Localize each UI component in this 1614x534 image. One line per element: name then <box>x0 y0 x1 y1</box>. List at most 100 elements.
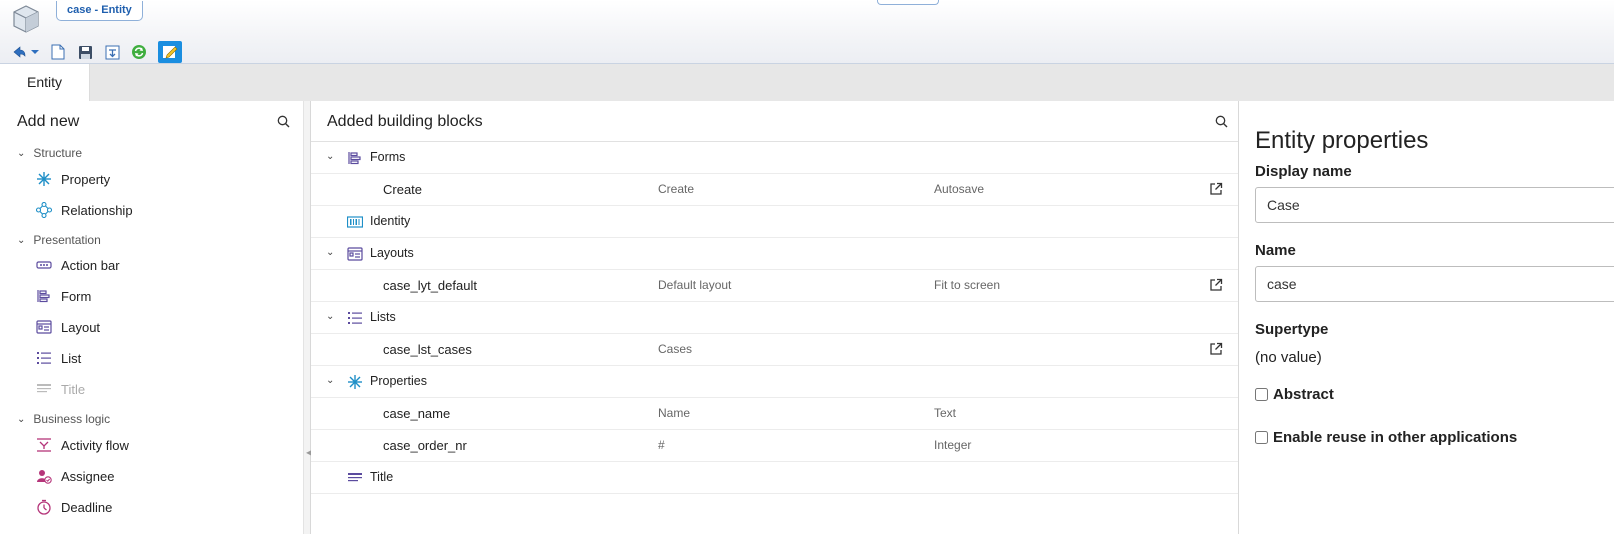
add-new-heading: Add new <box>17 113 80 130</box>
block-detail: Fit to screen <box>934 278 1001 292</box>
add-deadline[interactable]: Deadline <box>36 498 112 516</box>
chevron-down-icon[interactable]: ⌄ <box>17 235 25 246</box>
search-icon[interactable] <box>277 115 290 133</box>
add-form[interactable]: Form <box>36 287 91 305</box>
layout-icon <box>347 246 363 262</box>
add-activity-flow[interactable]: Activity flow <box>36 436 129 454</box>
window-header: case - Entity <box>0 0 1614 64</box>
item-label: Title <box>61 381 86 397</box>
add-new-panel: Add new ⌄ Structure Property Relationshi… <box>0 101 303 534</box>
block-row[interactable]: Create Create Autosave <box>311 174 1238 206</box>
chevron-down-icon[interactable]: ⌄ <box>17 414 25 425</box>
block-group-identity[interactable]: Identity <box>311 206 1238 238</box>
save-as-icon[interactable] <box>103 43 121 61</box>
block-name: case_name <box>383 406 451 421</box>
add-title: Title <box>36 380 85 398</box>
block-group-title[interactable]: Title <box>311 462 1238 494</box>
search-icon[interactable] <box>1215 115 1228 133</box>
new-document-icon[interactable] <box>49 43 67 61</box>
block-display-name: Create <box>658 182 695 196</box>
dropdown-icon[interactable] <box>31 43 39 61</box>
block-display-name: # <box>658 438 665 452</box>
item-label: Action bar <box>61 257 120 273</box>
block-row[interactable]: case_lyt_default Default layout Fit to s… <box>311 270 1238 302</box>
block-group-layouts[interactable]: ⌄ Layouts <box>311 238 1238 270</box>
block-name: case_lyt_default <box>383 278 477 293</box>
block-display-name: Cases <box>658 342 693 356</box>
item-label: Form <box>61 288 92 304</box>
abstract-label: Abstract <box>1273 386 1334 403</box>
group-business-logic[interactable]: ⌄ Business logic <box>17 412 110 426</box>
group-structure[interactable]: ⌄ Structure <box>17 146 82 160</box>
add-property[interactable]: Property <box>36 170 110 188</box>
entity-properties-panel: Entity properties Display name Name Supe… <box>1238 101 1614 534</box>
group-label: Layouts <box>370 246 414 260</box>
save-icon[interactable] <box>76 43 94 61</box>
app-logo-icon <box>12 4 40 34</box>
assignee-icon <box>36 468 52 484</box>
block-row[interactable]: case_name Name Text <box>311 398 1238 430</box>
block-row[interactable]: case_order_nr # Integer <box>311 430 1238 462</box>
activity-flow-icon <box>36 437 52 453</box>
item-label: Deadline <box>61 499 113 515</box>
building-blocks-heading: Added building blocks <box>327 113 483 130</box>
name-field[interactable] <box>1255 266 1614 302</box>
block-detail: Autosave <box>934 182 985 196</box>
add-assignee[interactable]: Assignee <box>36 467 114 485</box>
window-handle[interactable] <box>877 0 939 5</box>
list-icon <box>36 350 52 366</box>
block-group-lists[interactable]: ⌄ Lists <box>311 302 1238 334</box>
open-external-icon[interactable] <box>1209 342 1225 358</box>
reuse-checkbox[interactable] <box>1255 431 1268 444</box>
chevron-down-icon[interactable]: ⌄ <box>326 151 334 162</box>
abstract-option[interactable]: Abstract <box>1255 386 1334 403</box>
block-group-forms[interactable]: ⌄ Forms <box>311 142 1238 174</box>
chevron-down-icon[interactable]: ⌄ <box>326 247 334 258</box>
asterisk-icon <box>36 171 52 187</box>
group-label: Forms <box>370 150 406 164</box>
form-icon <box>347 150 363 166</box>
block-name: case_lst_cases <box>383 342 472 357</box>
relationship-icon <box>36 202 52 218</box>
open-external-icon[interactable] <box>1209 278 1225 294</box>
group-label: Structure <box>33 146 83 160</box>
chevron-down-icon[interactable]: ⌄ <box>326 311 334 322</box>
add-action-bar[interactable]: Action bar <box>36 256 120 274</box>
display-name-field[interactable] <box>1255 187 1614 223</box>
group-label: Title <box>370 470 394 484</box>
block-name: Create <box>383 182 423 197</box>
add-list[interactable]: List <box>36 349 81 367</box>
title-icon <box>347 470 363 486</box>
tab-strip: Entity <box>0 64 1614 101</box>
chevron-down-icon[interactable]: ⌄ <box>326 375 334 386</box>
add-layout[interactable]: Layout <box>36 318 100 336</box>
reuse-option[interactable]: Enable reuse in other applications <box>1255 429 1517 446</box>
panel-title: Entity properties <box>1255 127 1429 154</box>
block-display-name: Name <box>658 406 691 420</box>
panel-splitter[interactable] <box>303 101 311 534</box>
layout-icon <box>36 319 52 335</box>
block-group-properties[interactable]: ⌄ Properties <box>311 366 1238 398</box>
block-row[interactable]: case_lst_cases Cases <box>311 334 1238 366</box>
group-label: Lists <box>370 310 396 324</box>
group-label: Business logic <box>33 412 111 426</box>
supertype-value[interactable]: (no value) <box>1255 349 1322 366</box>
title-icon <box>36 381 52 397</box>
back-icon[interactable] <box>10 43 28 61</box>
block-name: case_order_nr <box>383 438 467 453</box>
open-external-icon[interactable] <box>1209 182 1225 198</box>
refresh-icon[interactable] <box>130 43 148 61</box>
chevron-down-icon[interactable]: ⌄ <box>17 148 25 159</box>
group-presentation[interactable]: ⌄ Presentation <box>17 233 101 247</box>
item-label: List <box>61 350 82 366</box>
item-label: Property <box>61 171 111 187</box>
block-detail: Integer <box>934 438 972 452</box>
add-relationship[interactable]: Relationship <box>36 201 133 219</box>
abstract-checkbox[interactable] <box>1255 388 1268 401</box>
tab-entity[interactable]: Entity <box>0 64 90 101</box>
document-tab[interactable]: case - Entity <box>56 1 143 21</box>
list-icon <box>347 310 363 326</box>
toolbar <box>10 41 191 63</box>
edit-icon[interactable] <box>158 41 182 63</box>
asterisk-icon <box>347 374 363 390</box>
